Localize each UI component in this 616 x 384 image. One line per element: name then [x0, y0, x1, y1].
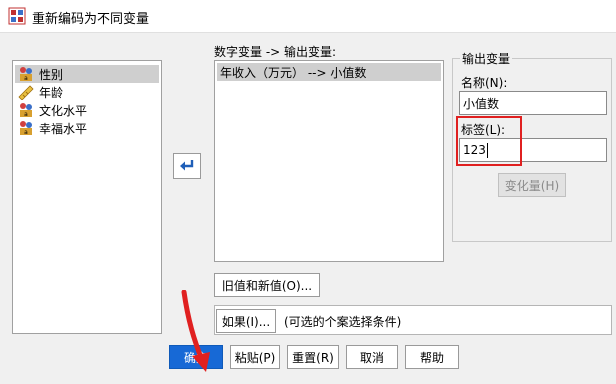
if-caption: (可选的个案选择条件): [284, 315, 402, 329]
mapping-item[interactable]: 年收入（万元） --> 小值数: [217, 63, 441, 81]
spss-dialog-icon: [8, 7, 26, 25]
output-variable-group-title: 输出变量: [460, 50, 513, 67]
cancel-button[interactable]: 取消: [346, 345, 398, 369]
variable-item-happiness[interactable]: a 幸福水平: [15, 119, 159, 137]
variable-item-age[interactable]: 年龄: [15, 83, 159, 101]
name-input-value: 小值数: [463, 96, 500, 111]
variable-label: 年龄: [39, 85, 64, 100]
mapping-list-header: 数字变量 -> 输出变量:: [214, 45, 337, 59]
variable-item-gender[interactable]: a 性别: [15, 65, 159, 83]
annotation-arrow: [181, 290, 210, 372]
variable-label: 文化水平: [39, 103, 88, 118]
reset-button[interactable]: 重置(R): [287, 345, 339, 369]
svg-text:a: a: [24, 75, 28, 82]
help-button[interactable]: 帮助: [405, 345, 459, 369]
variable-label: 幸福水平: [39, 121, 88, 136]
mapping-item-text: 年收入（万元） --> 小值数: [220, 65, 367, 80]
name-field-label: 名称(N):: [461, 76, 508, 90]
mapping-list[interactable]: 年收入（万元） --> 小值数: [214, 60, 444, 262]
old-and-new-values-button[interactable]: 旧值和新值(O)...: [214, 273, 320, 297]
move-variable-button[interactable]: [173, 153, 201, 179]
annotation-highlight-box: [456, 116, 522, 166]
change-button[interactable]: 变化量(H): [498, 173, 566, 197]
source-variable-list[interactable]: a 性别 年龄 a 文化水平 a 幸福水平: [12, 60, 162, 334]
name-input[interactable]: 小值数: [459, 91, 607, 115]
svg-text:a: a: [24, 129, 28, 136]
title-bar: 重新编码为不同变量: [0, 0, 616, 33]
variable-item-education[interactable]: a 文化水平: [15, 101, 159, 119]
variable-label: 性别: [39, 67, 64, 82]
nominal-scale-icon: a: [20, 121, 32, 136]
nominal-scale-icon: a: [20, 103, 32, 118]
window-title: 重新编码为不同变量: [32, 12, 150, 27]
if-button[interactable]: 如果(I)...: [216, 309, 276, 333]
nominal-scale-icon: a: [20, 67, 32, 82]
paste-button[interactable]: 粘贴(P): [230, 345, 280, 369]
scale-ruler-icon: [18, 85, 34, 100]
svg-text:a: a: [24, 111, 28, 118]
return-arrow-icon: [180, 160, 194, 171]
